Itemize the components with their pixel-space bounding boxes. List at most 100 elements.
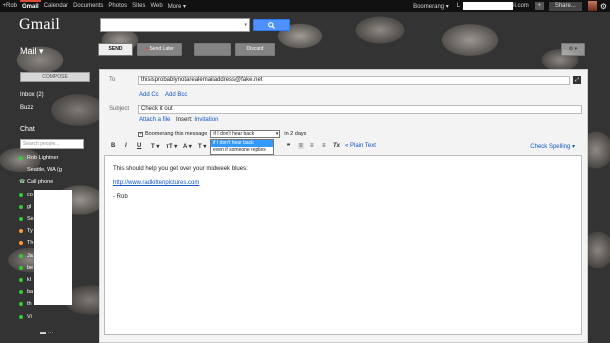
- presence-status-icon: [19, 241, 23, 246]
- compose-button[interactable]: COMPOSE: [20, 72, 90, 82]
- chat-contact-name: be: [27, 264, 34, 271]
- account-email-prefix[interactable]: L: [453, 3, 460, 9]
- attach-file-link[interactable]: Attach a file: [139, 117, 170, 123]
- message-body-editor[interactable]: This should help you get over your midwe…: [104, 155, 582, 335]
- send-button[interactable]: SEND: [98, 43, 133, 56]
- redacted-contacts-block: [34, 190, 72, 305]
- share-button[interactable]: Share...: [548, 1, 582, 11]
- gmail-logo[interactable]: Gmail: [19, 16, 60, 34]
- align-right-icon[interactable]: ≡: [322, 143, 326, 149]
- expand-icon[interactable]: ⤢: [573, 76, 581, 84]
- nav-gmail[interactable]: Gmail: [19, 0, 42, 12]
- presence-status-icon: [19, 290, 23, 295]
- chat-contact-name: ba: [27, 289, 34, 296]
- cc-bcc-links: Add Cc Add Bcc: [139, 92, 192, 98]
- quote-button[interactable]: ❞: [287, 143, 290, 150]
- sidebar-item-inbox[interactable]: Inbox (2): [20, 92, 44, 98]
- chat-footer-controls[interactable]: ▬ ···: [40, 330, 54, 336]
- chat-contact[interactable]: Rob Lightner: [19, 152, 99, 164]
- nav-photos[interactable]: Photos: [106, 3, 130, 9]
- presence-status-icon: [19, 302, 23, 307]
- presence-status-icon: [19, 168, 23, 172]
- presence-status-icon: [19, 229, 23, 234]
- nav-sites[interactable]: Sites: [130, 3, 148, 9]
- insert-invitation-link[interactable]: Invitation: [194, 117, 218, 123]
- nav-plus-rob[interactable]: +Rob: [0, 3, 20, 9]
- formatting-toolbar: B I U T ▾ тT ▾ A ▾ T ▾ ❞ ≡ ≡ ≡ Tx « Plai…: [109, 143, 583, 153]
- dropdown-option[interactable]: even if someone replies: [211, 147, 273, 154]
- search-input[interactable]: ▾: [100, 18, 250, 32]
- nav-more[interactable]: More ▾: [165, 3, 188, 10]
- compose-toolbar: SEND ● Send Later Discard ⚙ ▾: [95, 43, 588, 57]
- phone-icon: ☎: [19, 179, 26, 186]
- insert-label: Insert:: [176, 117, 193, 123]
- to-field[interactable]: thisisprobablynotarealemailaddress@fake.…: [138, 76, 570, 85]
- align-left-icon[interactable]: ≡: [298, 143, 304, 149]
- text-color-button[interactable]: A ▾: [183, 143, 192, 150]
- bold-button[interactable]: B: [111, 143, 115, 149]
- chat-contact-name: kl: [27, 276, 31, 283]
- nav-web[interactable]: Web: [148, 3, 165, 9]
- presence-status-icon: [19, 314, 23, 319]
- dropdown-option[interactable]: if I don't hear back: [211, 140, 273, 147]
- align-center-icon[interactable]: ≡: [310, 143, 314, 149]
- boomerang-icon: ●: [145, 46, 149, 52]
- add-cc-link[interactable]: Add Cc: [139, 92, 159, 98]
- account-area: Boomerang ▾ L il.com + Share... ⚙: [409, 0, 610, 12]
- underline-button[interactable]: U: [137, 143, 141, 149]
- settings-gear-icon[interactable]: ⚙: [600, 2, 607, 11]
- chevron-down-icon: ▾: [275, 131, 279, 137]
- boomerang-condition-select[interactable]: if I don't hear back ▾: [210, 130, 281, 138]
- plain-text-link[interactable]: « Plain Text: [345, 143, 376, 149]
- presence-status-icon: [19, 192, 23, 197]
- clear-formatting-button[interactable]: Tx: [333, 143, 340, 149]
- add-bcc-link[interactable]: Add Bcc: [165, 92, 187, 98]
- chat-contact-name: Se: [27, 216, 34, 223]
- settings-menu-button[interactable]: ⚙ ▾: [561, 43, 585, 56]
- nav-calendar[interactable]: Calendar: [41, 3, 70, 9]
- subject-field[interactable]: Check it out: [138, 105, 582, 114]
- sidebar-item-buzz[interactable]: Buzz: [20, 105, 33, 111]
- subject-label: Subject: [109, 106, 130, 112]
- presence-status-icon: [19, 253, 23, 258]
- presence-status-icon: [19, 217, 23, 222]
- presence-status-icon: [19, 156, 23, 161]
- font-button[interactable]: T ▾: [151, 143, 159, 150]
- search-options-caret-icon[interactable]: ▾: [244, 22, 247, 28]
- chat-contact-name: Rob Lightner: [27, 155, 59, 162]
- chat-contact[interactable]: ☎ Call phone: [19, 176, 99, 188]
- boomerang-row: ✓ Boomerang this message if I don't hear…: [138, 130, 306, 138]
- chat-contact-name: Ja: [27, 252, 33, 259]
- attach-row: Attach a file Insert: Invitation: [139, 117, 218, 123]
- body-signature: - Rob: [113, 194, 128, 200]
- chat-contact-name: co: [27, 191, 33, 198]
- mail-switcher[interactable]: Mail ▾: [20, 46, 44, 57]
- font-size-button[interactable]: тT ▾: [166, 143, 177, 150]
- chat-contact[interactable]: Vi: [19, 310, 99, 322]
- chat-contact[interactable]: Seattle, WA (g: [19, 164, 99, 176]
- italic-button[interactable]: I: [125, 143, 127, 149]
- presence-status-icon: [19, 277, 23, 282]
- save-draft-button[interactable]: [194, 43, 231, 56]
- chat-contact-name: Vi: [27, 313, 32, 320]
- chat-search-input[interactable]: Search people...: [20, 139, 84, 149]
- nav-documents[interactable]: Documents: [71, 3, 106, 9]
- body-link[interactable]: http://www.radkittenpictures.com: [113, 180, 199, 186]
- boomerang-days[interactable]: in 2 days: [284, 131, 306, 137]
- send-later-button[interactable]: ● Send Later: [137, 43, 182, 56]
- chat-contact-name: Ty: [27, 228, 33, 235]
- top-navigation-bar: +Rob Gmail Calendar Documents Photos Sit…: [0, 0, 610, 12]
- body-text: This should help you get over your midwe…: [113, 166, 248, 172]
- check-spelling-link[interactable]: Check Spelling ▾: [530, 143, 575, 150]
- account-email-suffix[interactable]: il.com: [513, 3, 533, 9]
- presence-status-icon: [19, 265, 23, 270]
- boomerang-checkbox[interactable]: ✓: [138, 131, 143, 137]
- presence-status-icon: [19, 204, 23, 209]
- search-button[interactable]: [253, 19, 290, 31]
- boomerang-menu[interactable]: Boomerang ▾: [409, 3, 453, 10]
- notification-button[interactable]: +: [534, 2, 544, 10]
- highlight-button[interactable]: T ▾: [198, 143, 206, 150]
- discard-button[interactable]: Discard: [235, 43, 275, 56]
- boomerang-select-value: if I don't hear back: [213, 131, 255, 137]
- avatar[interactable]: [587, 1, 597, 11]
